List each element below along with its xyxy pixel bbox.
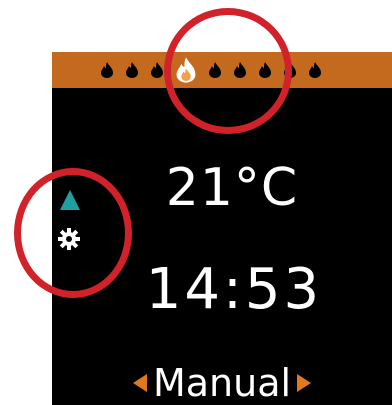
gear-icon[interactable] xyxy=(58,228,80,250)
flame-icon[interactable] xyxy=(208,62,222,78)
flame-icon[interactable] xyxy=(100,62,114,78)
flame-icon[interactable] xyxy=(150,62,164,78)
flame-icon[interactable] xyxy=(125,62,139,78)
flame-icon[interactable] xyxy=(283,62,297,78)
time-readout: 14:53 xyxy=(145,257,323,322)
temperature-readout: 21°C xyxy=(165,158,299,218)
mode-selector[interactable]: Manual xyxy=(52,358,392,405)
flame-level-bar[interactable] xyxy=(52,52,392,88)
flame-icon-active[interactable] xyxy=(175,57,197,83)
flame-icon[interactable] xyxy=(308,62,322,78)
flame-icon[interactable] xyxy=(233,62,247,78)
mode-label: Manual xyxy=(152,361,292,405)
up-triangle-icon[interactable] xyxy=(60,190,80,210)
flame-icon[interactable] xyxy=(258,62,272,78)
mode-next-arrow-icon[interactable] xyxy=(297,374,312,392)
thermostat-screen: 21°C 14:53 Manual xyxy=(52,52,392,405)
mode-prev-arrow-icon[interactable] xyxy=(132,374,147,392)
